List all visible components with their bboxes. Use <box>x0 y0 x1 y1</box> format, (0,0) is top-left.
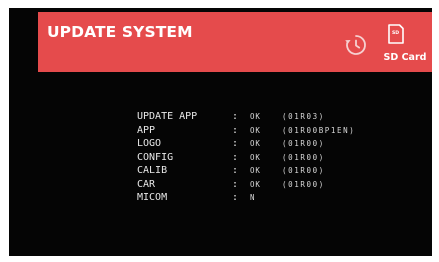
update-status-list: UPDATE APP : OK (01R03) APP : OK (01R00B… <box>137 111 432 206</box>
item-status: OK <box>250 139 261 148</box>
item-name: MICOM <box>137 192 168 203</box>
item-name: UPDATE APP <box>137 111 198 122</box>
item-separator: : <box>232 192 239 203</box>
item-name: CONFIG <box>137 151 174 163</box>
sd-card-button[interactable]: SD SD Card <box>376 23 432 67</box>
item-status: OK <box>250 166 261 175</box>
item-status: N <box>250 193 256 202</box>
sd-card-icon: SD <box>388 24 404 44</box>
status-row-config: CONFIG : OK (01R00) <box>137 152 432 166</box>
status-row-car: CAR : OK (01R00) <box>137 179 432 193</box>
item-separator: : <box>232 178 239 190</box>
item-version: (01R00) <box>282 179 325 189</box>
item-name: APP <box>137 124 156 136</box>
item-separator: : <box>232 124 239 136</box>
status-row-micom: MICOM : N <box>137 192 432 206</box>
header-bar: UPDATE SYSTEM SD SD Card <box>38 12 432 72</box>
status-row-update-app: UPDATE APP : OK (01R03) <box>137 111 432 125</box>
item-status: OK <box>250 112 261 121</box>
item-version: (01R00) <box>282 139 325 148</box>
status-row-app: APP : OK (01R00BP1EN) <box>137 125 432 139</box>
item-separator: : <box>232 111 239 122</box>
item-separator: : <box>232 138 239 149</box>
item-version: (01R00) <box>282 152 325 162</box>
item-separator: : <box>232 165 239 176</box>
history-button[interactable] <box>343 32 369 58</box>
page-title: UPDATE SYSTEM <box>47 23 193 41</box>
item-status: OK <box>250 179 261 189</box>
item-status: OK <box>250 125 261 135</box>
update-system-screen: UPDATE SYSTEM SD SD Card UPDATE APP : OK… <box>9 8 432 256</box>
status-row-logo: LOGO : OK (01R00) <box>137 138 432 152</box>
item-name: LOGO <box>137 138 162 149</box>
item-separator: : <box>232 151 239 163</box>
item-version: (01R00BP1EN) <box>282 125 356 135</box>
sd-icon-text: SD <box>392 30 399 36</box>
item-version: (01R03) <box>282 112 325 121</box>
item-version: (01R00) <box>282 166 325 175</box>
item-status: OK <box>250 152 261 162</box>
status-row-calib: CALIB : OK (01R00) <box>137 165 432 179</box>
sd-card-label: SD Card <box>383 52 427 63</box>
item-name: CALIB <box>137 165 168 176</box>
item-name: CAR <box>137 178 156 190</box>
history-icon <box>345 35 366 55</box>
